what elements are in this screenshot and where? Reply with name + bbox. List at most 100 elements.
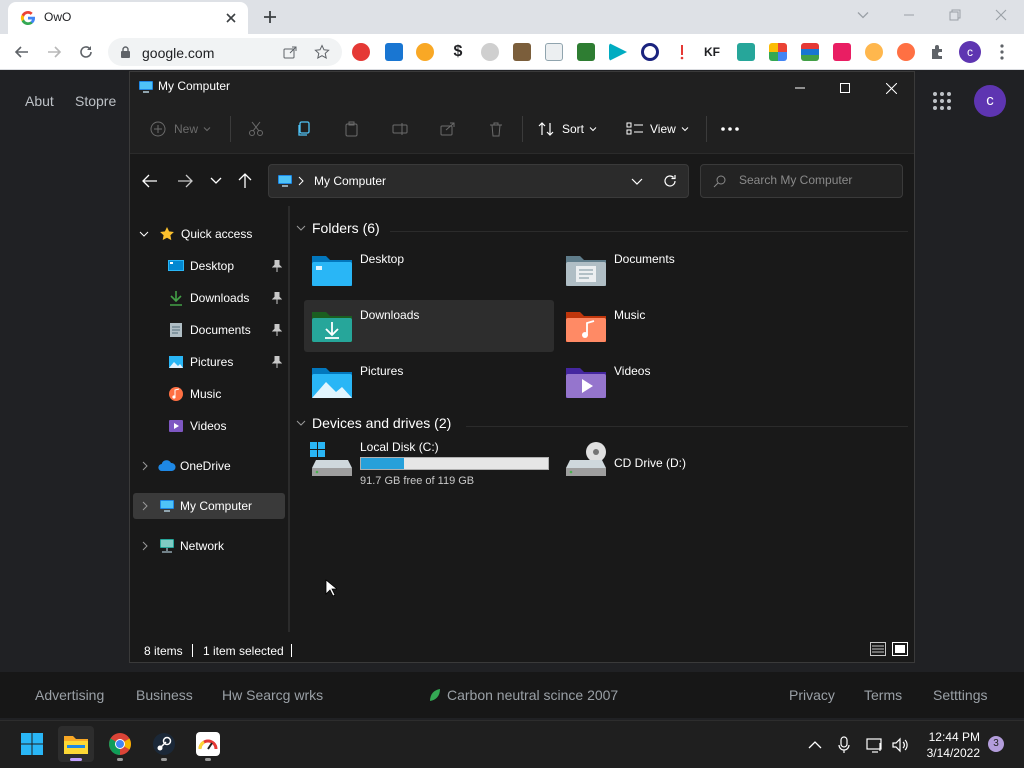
extension-stripes-icon[interactable] bbox=[801, 43, 819, 61]
folder-tile-downloads[interactable]: Downloads bbox=[304, 300, 554, 352]
explorer-close-button[interactable] bbox=[876, 78, 906, 98]
drive-tile-c[interactable]: Local Disk (C:) 91.7 GB free of 119 GB bbox=[304, 436, 554, 488]
back-arrow-icon[interactable] bbox=[142, 174, 158, 188]
share-icon[interactable] bbox=[282, 44, 298, 60]
extension-b-icon[interactable] bbox=[385, 43, 403, 61]
new-button[interactable]: New bbox=[150, 116, 212, 142]
folder-tile-documents[interactable]: Documents bbox=[558, 244, 808, 296]
volume-icon[interactable] bbox=[890, 735, 910, 755]
taskbar-chrome[interactable] bbox=[102, 726, 138, 762]
bookmark-star-icon[interactable] bbox=[314, 44, 330, 60]
new-tab-button[interactable] bbox=[256, 5, 284, 29]
taskbar-clock[interactable]: 12:44 PM 3/14/2022 bbox=[910, 729, 980, 761]
extension-magnifier-icon[interactable] bbox=[641, 43, 659, 61]
large-icons-view-icon[interactable] bbox=[892, 642, 908, 656]
explorer-maximize-button[interactable] bbox=[830, 78, 860, 98]
explorer-search-box[interactable] bbox=[700, 164, 903, 198]
search-input[interactable] bbox=[739, 173, 894, 187]
back-arrow-icon[interactable] bbox=[9, 39, 35, 65]
share-icon[interactable] bbox=[440, 116, 456, 142]
footer-carbon-neutral-link[interactable]: Carbon neutral scince 2007 bbox=[447, 687, 618, 703]
copy-icon[interactable] bbox=[296, 116, 312, 142]
footer-settings-link[interactable]: Setttings bbox=[933, 687, 987, 703]
address-history-chevron-icon[interactable] bbox=[631, 177, 643, 187]
notification-badge[interactable]: 3 bbox=[988, 736, 1004, 752]
sidebar-item-downloads[interactable]: Downloads bbox=[133, 285, 285, 311]
browser-minimize-button[interactable] bbox=[886, 0, 932, 30]
more-options-icon[interactable] bbox=[720, 116, 740, 142]
extension-pink-icon[interactable] bbox=[833, 43, 851, 61]
devices-group-header[interactable]: Devices and drives (2) bbox=[296, 415, 451, 431]
details-view-icon[interactable] bbox=[870, 642, 886, 656]
folder-tile-pictures[interactable]: Pictures bbox=[304, 356, 554, 408]
sidebar-item-network[interactable]: Network bbox=[133, 533, 285, 559]
delete-icon[interactable] bbox=[488, 116, 504, 142]
footer-terms-link[interactable]: Terms bbox=[864, 687, 902, 703]
extension-dollar-icon[interactable]: $ bbox=[449, 43, 467, 61]
up-arrow-icon[interactable] bbox=[238, 173, 252, 189]
drive-tile-d[interactable]: CD Drive (D:) bbox=[558, 436, 808, 488]
extension-kf-icon[interactable]: KF bbox=[704, 43, 722, 61]
sidebar-item-onedrive[interactable]: OneDrive bbox=[133, 453, 285, 479]
extension-monkey-icon[interactable] bbox=[865, 43, 883, 61]
recent-locations-chevron-icon[interactable] bbox=[210, 176, 222, 186]
footer-advertising-link[interactable]: Advertising bbox=[35, 687, 104, 703]
tab-search-chevron-icon[interactable] bbox=[840, 0, 886, 30]
pin-icon[interactable] bbox=[272, 324, 282, 336]
refresh-icon[interactable] bbox=[663, 174, 677, 188]
sidebar-item-my-computer[interactable]: My Computer bbox=[133, 493, 285, 519]
folders-group-header[interactable]: Folders (6) bbox=[296, 220, 380, 236]
extension-leaf-icon[interactable] bbox=[577, 43, 595, 61]
extensions-puzzle-icon[interactable] bbox=[929, 43, 947, 61]
taskbar-steam[interactable] bbox=[146, 726, 182, 762]
sidebar-item-music[interactable]: Music bbox=[133, 381, 285, 407]
extension-grid-icon[interactable] bbox=[769, 43, 787, 61]
taskbar-file-explorer[interactable] bbox=[58, 726, 94, 762]
paste-icon[interactable] bbox=[344, 116, 360, 142]
forward-arrow-icon[interactable] bbox=[177, 174, 193, 188]
microphone-icon[interactable] bbox=[834, 735, 854, 755]
extension-doc-icon[interactable] bbox=[545, 43, 563, 61]
footer-how-search-works-link[interactable]: Hw Searcg wrks bbox=[222, 687, 323, 703]
cut-icon[interactable] bbox=[248, 116, 264, 142]
address-bar[interactable]: google.com bbox=[108, 38, 342, 66]
sidebar-item-documents[interactable]: Documents bbox=[133, 317, 285, 343]
browser-close-button[interactable] bbox=[978, 0, 1024, 30]
browser-menu-icon[interactable] bbox=[996, 43, 1008, 61]
explorer-title-bar[interactable]: My Computer bbox=[130, 72, 914, 104]
extension-moon-icon[interactable] bbox=[481, 43, 499, 61]
extension-play-icon[interactable] bbox=[609, 43, 627, 61]
sidebar-item-videos[interactable]: Videos bbox=[133, 413, 285, 439]
breadcrumb[interactable]: My Computer bbox=[314, 174, 386, 188]
tab-close-icon[interactable] bbox=[222, 9, 240, 27]
forward-arrow-icon[interactable] bbox=[41, 39, 67, 65]
extension-image-icon[interactable] bbox=[513, 43, 531, 61]
network-status-icon[interactable] bbox=[865, 735, 885, 755]
google-apps-grid-icon[interactable] bbox=[932, 91, 952, 111]
google-account-avatar[interactable]: c bbox=[974, 85, 1006, 117]
explorer-address-bar[interactable]: My Computer bbox=[268, 164, 689, 198]
footer-business-link[interactable]: Business bbox=[136, 687, 193, 703]
extension-red-icon[interactable] bbox=[352, 43, 370, 61]
extension-infinity-icon[interactable] bbox=[897, 43, 915, 61]
view-button[interactable]: View bbox=[626, 116, 690, 142]
sidebar-item-pictures[interactable]: Pictures bbox=[133, 349, 285, 375]
footer-privacy-link[interactable]: Privacy bbox=[789, 687, 835, 703]
pin-icon[interactable] bbox=[272, 260, 282, 272]
google-about-link[interactable]: Abut bbox=[25, 93, 54, 109]
folder-tile-videos[interactable]: Videos bbox=[558, 356, 808, 408]
reload-icon[interactable] bbox=[73, 39, 99, 65]
extension-flower-icon[interactable] bbox=[416, 43, 434, 61]
pin-icon[interactable] bbox=[272, 356, 282, 368]
taskbar-gauge-app[interactable] bbox=[190, 726, 226, 762]
sidebar-item-quick-access[interactable]: Quick access bbox=[133, 221, 285, 247]
sort-button[interactable]: Sort bbox=[538, 116, 598, 142]
explorer-minimize-button[interactable] bbox=[785, 78, 815, 98]
start-button[interactable] bbox=[14, 726, 50, 762]
tray-overflow-chevron-icon[interactable] bbox=[805, 735, 825, 755]
rename-icon[interactable] bbox=[392, 116, 408, 142]
folder-tile-music[interactable]: Music bbox=[558, 300, 808, 352]
extension-photo-icon[interactable] bbox=[737, 43, 755, 61]
extension-exclaim-icon[interactable] bbox=[673, 43, 691, 61]
pin-icon[interactable] bbox=[272, 292, 282, 304]
